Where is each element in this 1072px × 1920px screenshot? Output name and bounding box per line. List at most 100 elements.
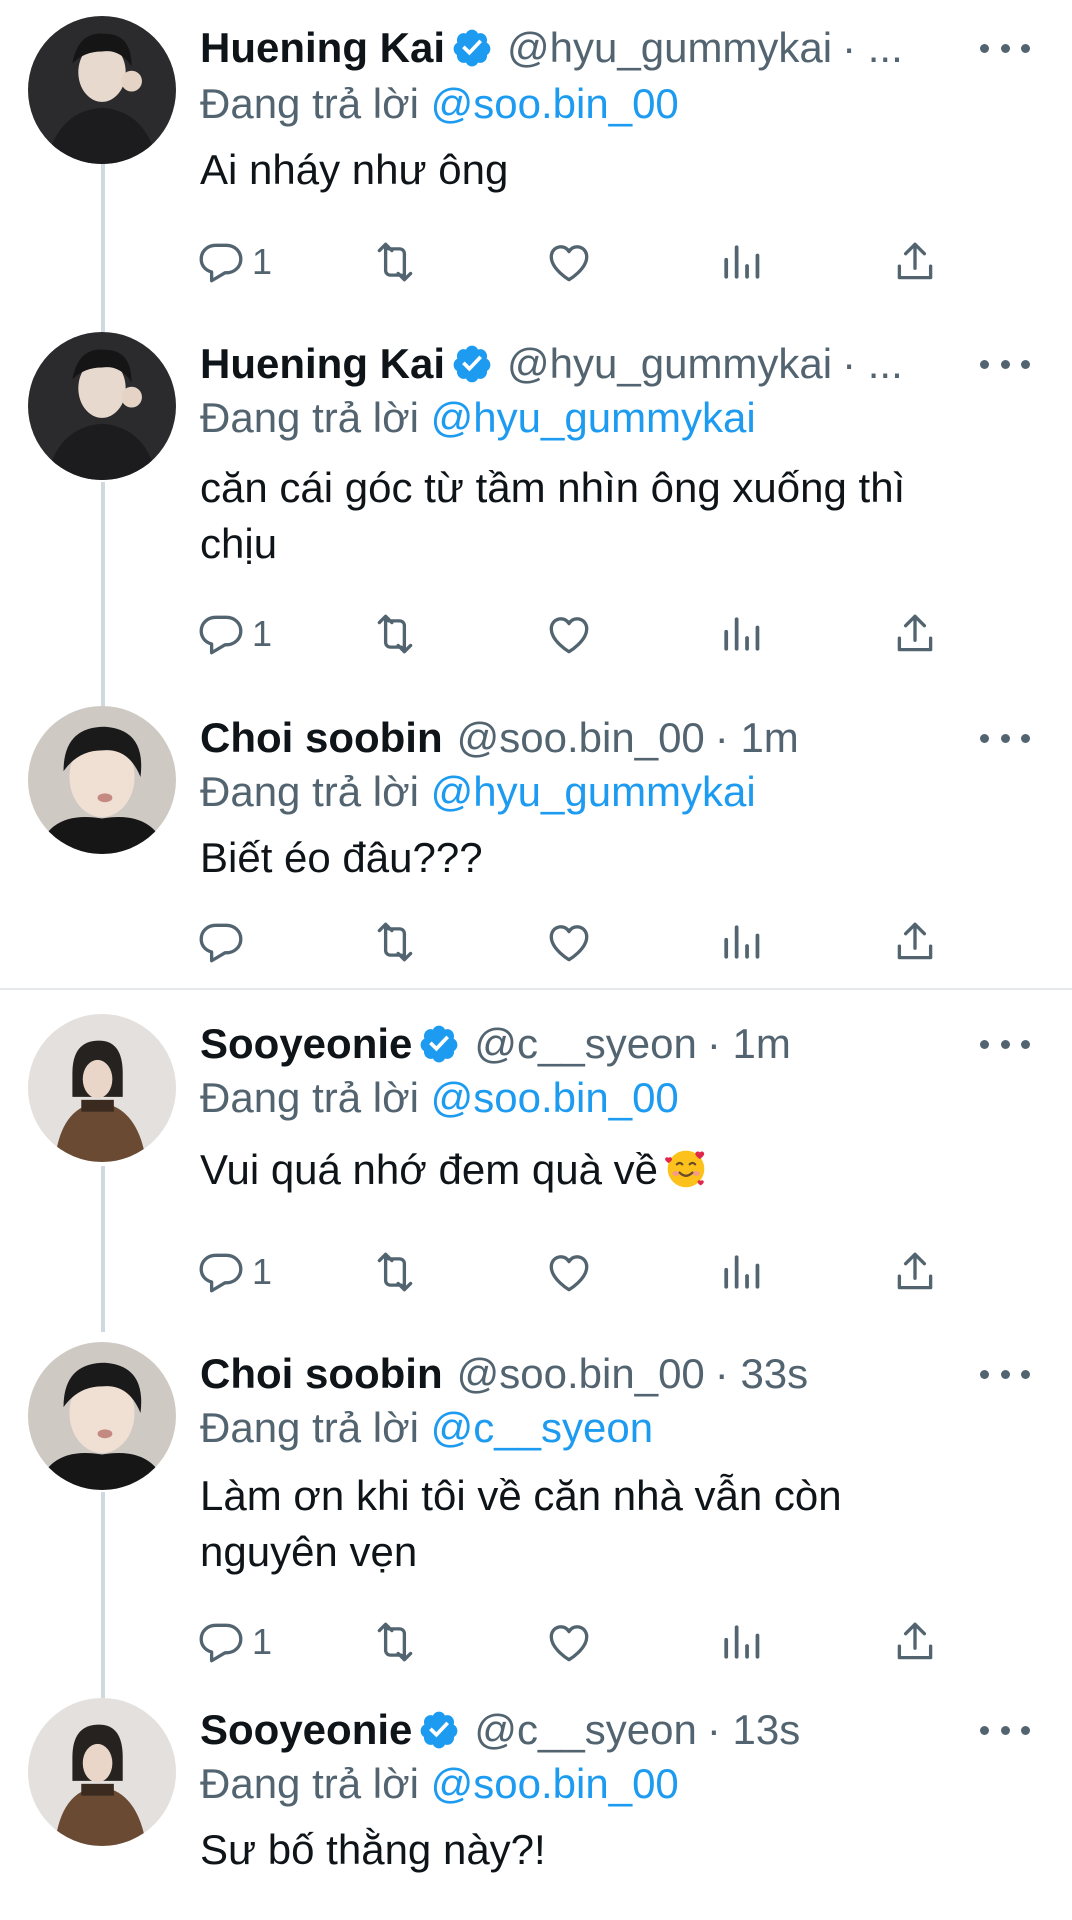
handle[interactable]: @soo.bin_00: [457, 710, 705, 766]
timestamp[interactable]: · 13s: [707, 1702, 800, 1758]
replying-to-label: Đang trả lời: [200, 80, 419, 127]
tweet-actions: 1: [196, 1244, 976, 1300]
tweet[interactable]: Sooyeonie @c__syeon · 1m Đang trả lời @s…: [0, 990, 1072, 1330]
more-options-icon[interactable]: [980, 344, 1030, 384]
replying-to: Đang trả lời @soo.bin_00: [200, 1756, 679, 1812]
reply-button[interactable]: [196, 914, 252, 970]
avatar[interactable]: [28, 16, 176, 164]
reply-button[interactable]: 1: [196, 1614, 272, 1670]
tweet-actions: [196, 914, 976, 970]
replying-to-label: Đang trả lời: [200, 1760, 419, 1807]
timestamp[interactable]: · 1m: [715, 710, 799, 766]
reply-count: 1: [252, 1251, 273, 1292]
tweet-text-line: căn cái góc từ tầm nhìn ông xuống thì: [200, 464, 906, 511]
more-options-icon[interactable]: [980, 1024, 1030, 1064]
display-name[interactable]: Choi soobin: [200, 1346, 443, 1402]
views-button[interactable]: [716, 1614, 766, 1670]
display-name[interactable]: Choi soobin: [200, 710, 443, 766]
tweet[interactable]: Sooyeonie @c__syeon · 13s Đang trả lời @…: [0, 1686, 1072, 1920]
handle[interactable]: @c__syeon: [474, 1016, 696, 1072]
tweet-header: Huening Kai @hyu_gummykai · ...: [200, 336, 1052, 392]
mention-link[interactable]: @c__syeon: [431, 1404, 653, 1451]
reply-icon: [196, 917, 246, 967]
reply-button[interactable]: 1: [196, 234, 272, 290]
avatar[interactable]: [28, 1342, 176, 1490]
more-options-icon[interactable]: [980, 1710, 1030, 1750]
share-icon: [890, 237, 940, 287]
tweet-header: Choi soobin @soo.bin_00 · 33s: [200, 1346, 1052, 1402]
handle[interactable]: @hyu_gummykai: [507, 336, 832, 392]
timestamp[interactable]: · 33s: [715, 1346, 808, 1402]
mention-link[interactable]: @soo.bin_00: [431, 1074, 679, 1121]
tweet-text-line: chịu: [200, 520, 278, 567]
views-button[interactable]: [716, 234, 766, 290]
retweet-button[interactable]: [370, 606, 420, 662]
like-button[interactable]: [544, 1244, 594, 1300]
reply-icon: [196, 1617, 246, 1667]
avatar[interactable]: [28, 1014, 176, 1162]
tweet[interactable]: Choi soobin @soo.bin_00 · 33s Đang trả l…: [0, 1320, 1072, 1696]
tweet-text: căn cái góc từ tầm nhìn ông xuống thì ch…: [200, 460, 1012, 572]
mention-link[interactable]: @soo.bin_00: [431, 80, 679, 127]
retweet-icon: [370, 917, 420, 967]
reply-button[interactable]: 1: [196, 606, 272, 662]
display-name[interactable]: Sooyeonie: [200, 1702, 412, 1758]
handle[interactable]: @soo.bin_00: [457, 1346, 705, 1402]
handle[interactable]: @c__syeon: [474, 1702, 696, 1758]
like-button[interactable]: [544, 234, 594, 290]
views-icon: [716, 237, 766, 287]
timestamp[interactable]: · 1m: [707, 1016, 791, 1072]
avatar[interactable]: [28, 1698, 176, 1846]
more-options-icon[interactable]: [980, 1354, 1030, 1394]
display-name[interactable]: Huening Kai: [200, 336, 445, 392]
tweet[interactable]: Huening Kai @hyu_gummykai · ... Đang trả…: [0, 320, 1072, 702]
views-button[interactable]: [716, 914, 766, 970]
huening-kai-avatar-icon: [28, 332, 176, 480]
tweet[interactable]: Choi soobin @soo.bin_00 · 1m Đang trả lờ…: [0, 694, 1072, 986]
share-button[interactable]: [890, 1244, 940, 1300]
share-button[interactable]: [890, 914, 940, 970]
tweet[interactable]: Huening Kai @hyu_gummykai · ... Đang trả…: [0, 0, 1072, 330]
retweet-button[interactable]: [370, 234, 420, 290]
share-button[interactable]: [890, 234, 940, 290]
tweet-header: Sooyeonie @c__syeon · 1m: [200, 1016, 1052, 1072]
views-button[interactable]: [716, 1244, 766, 1300]
avatar[interactable]: [28, 332, 176, 480]
more-options-icon[interactable]: [980, 718, 1030, 758]
display-name[interactable]: Huening Kai: [200, 20, 445, 76]
retweet-icon: [370, 609, 420, 659]
heart-icon: [544, 237, 594, 287]
handle[interactable]: @hyu_gummykai: [507, 20, 832, 76]
choi-soobin-avatar-icon: [28, 1342, 176, 1490]
thread-line: [101, 1166, 105, 1330]
thread-line: [101, 1492, 105, 1696]
views-icon: [716, 1247, 766, 1297]
tweet-text: Sư bố thằng này?!: [200, 1826, 546, 1873]
avatar[interactable]: [28, 706, 176, 854]
sooyeonie-avatar-icon: [28, 1698, 176, 1846]
share-icon: [890, 917, 940, 967]
retweet-button[interactable]: [370, 1244, 420, 1300]
share-button[interactable]: [890, 1614, 940, 1670]
retweet-icon: [370, 237, 420, 287]
thread-line: [101, 482, 105, 702]
replying-to: Đang trả lời @soo.bin_00: [200, 76, 679, 132]
display-name[interactable]: Sooyeonie: [200, 1016, 412, 1072]
retweet-button[interactable]: [370, 914, 420, 970]
share-icon: [890, 1247, 940, 1297]
share-button[interactable]: [890, 606, 940, 662]
retweet-button[interactable]: [370, 1614, 420, 1670]
like-button[interactable]: [544, 1614, 594, 1670]
reply-icon: [196, 609, 246, 659]
mention-link[interactable]: @hyu_gummykai: [431, 394, 756, 441]
tweet-header: Sooyeonie @c__syeon · 13s: [200, 1702, 1052, 1758]
like-button[interactable]: [544, 914, 594, 970]
mention-link[interactable]: @soo.bin_00: [431, 1760, 679, 1807]
views-icon: [716, 917, 766, 967]
reply-button[interactable]: 1: [196, 1244, 272, 1300]
views-button[interactable]: [716, 606, 766, 662]
mention-link[interactable]: @hyu_gummykai: [431, 768, 756, 815]
like-button[interactable]: [544, 606, 594, 662]
verified-badge-icon: [418, 1709, 460, 1751]
more-options-icon[interactable]: [980, 28, 1030, 68]
